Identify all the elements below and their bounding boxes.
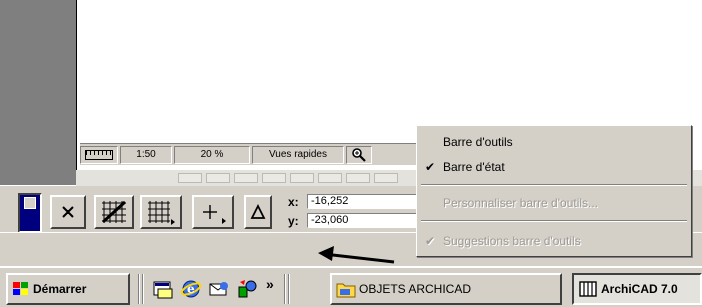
zoom-button[interactable] [346,145,372,164]
show-desktop-icon[interactable] [152,278,174,300]
y-coordinate-field[interactable]: -23,060 [307,213,417,228]
info-box-cell [374,173,398,183]
menu-separator [421,184,687,186]
left-gutter [0,0,76,185]
taskbar-separator [138,274,140,304]
info-box-cell [206,173,230,183]
menu-separator [421,220,687,222]
start-button-label: Démarrer [33,282,87,296]
info-box-cell [178,173,202,183]
scale-field[interactable]: 1:50 [120,145,172,164]
y-coordinate-label: y: [288,214,299,228]
x-coordinate-field[interactable]: -16,252 [307,194,417,209]
folder-icon [336,283,356,298]
outlook-express-icon[interactable] [208,278,230,300]
grid-button[interactable] [140,195,182,229]
tool-indicator-icon [24,197,36,209]
info-box-cell [234,173,258,183]
delta-button[interactable] [244,195,272,229]
taskbar-separator [288,274,290,304]
toolbar-context-menu: Barre d'outils ✔ Barre d'état Personnali… [416,125,692,257]
grid-snap-button[interactable] [94,195,134,229]
checkmark-icon: ✔ [424,160,436,174]
menu-item-toolbar[interactable]: Barre d'outils [417,131,691,153]
start-button[interactable]: Démarrer [6,273,130,305]
task-label: ArchiCAD 7.0 [601,282,678,296]
info-box-cell [346,173,370,183]
info-box-cell [262,173,286,183]
menu-item-label: Barre d'état [443,160,505,174]
menu-item-toolbar-suggestions: ✔ Suggestions barre d'outils [417,230,691,252]
crosshair-icon [62,206,74,218]
svg-text:e: e [187,282,195,296]
checkmark-icon: ✔ [424,234,436,248]
canvas-status-strip: 1:50 20 % Vues rapides [80,143,420,165]
task-objets-archicad[interactable]: OBJETS ARCHICAD [330,273,562,305]
quick-views-button[interactable]: Vues rapides [252,145,344,164]
internet-explorer-icon[interactable]: e [180,278,202,300]
delta-icon [250,204,266,219]
selected-tool-button[interactable] [18,193,42,233]
menu-item-status-bar[interactable]: ✔ Barre d'état [417,156,691,178]
quick-launch-overflow-chevron[interactable]: » [266,276,274,292]
archicad-icon [579,281,597,297]
menu-item-label: Suggestions barre d'outils [443,234,581,248]
magnifier-icon [352,147,366,162]
taskbar-separator [284,274,286,304]
x-coordinate-label: x: [288,195,299,209]
grid-icon [148,201,175,225]
diagonal-grid-icon [101,200,127,224]
taskbar-separator [142,274,144,304]
menu-item-customize-toolbar: Personnaliser barre d'outils... [417,192,691,214]
ruler-icon [85,149,113,160]
crosshair-tool-button[interactable] [50,195,86,229]
plus-icon [203,205,226,224]
info-box-cell [290,173,314,183]
menu-item-label: Personnaliser barre d'outils... [443,196,599,210]
zoom-field[interactable]: 20 % [174,145,250,164]
task-archicad[interactable]: ArchiCAD 7.0 [572,273,702,305]
menu-item-label: Barre d'outils [443,135,513,149]
relative-construction-button[interactable] [192,195,234,229]
pointer-arrow-icon [318,246,395,264]
info-box-cell [318,173,342,183]
windows-logo-icon [13,282,28,295]
channels-icon[interactable] [236,278,258,300]
task-label: OBJETS ARCHICAD [359,282,472,296]
ruler-button[interactable] [80,145,118,164]
